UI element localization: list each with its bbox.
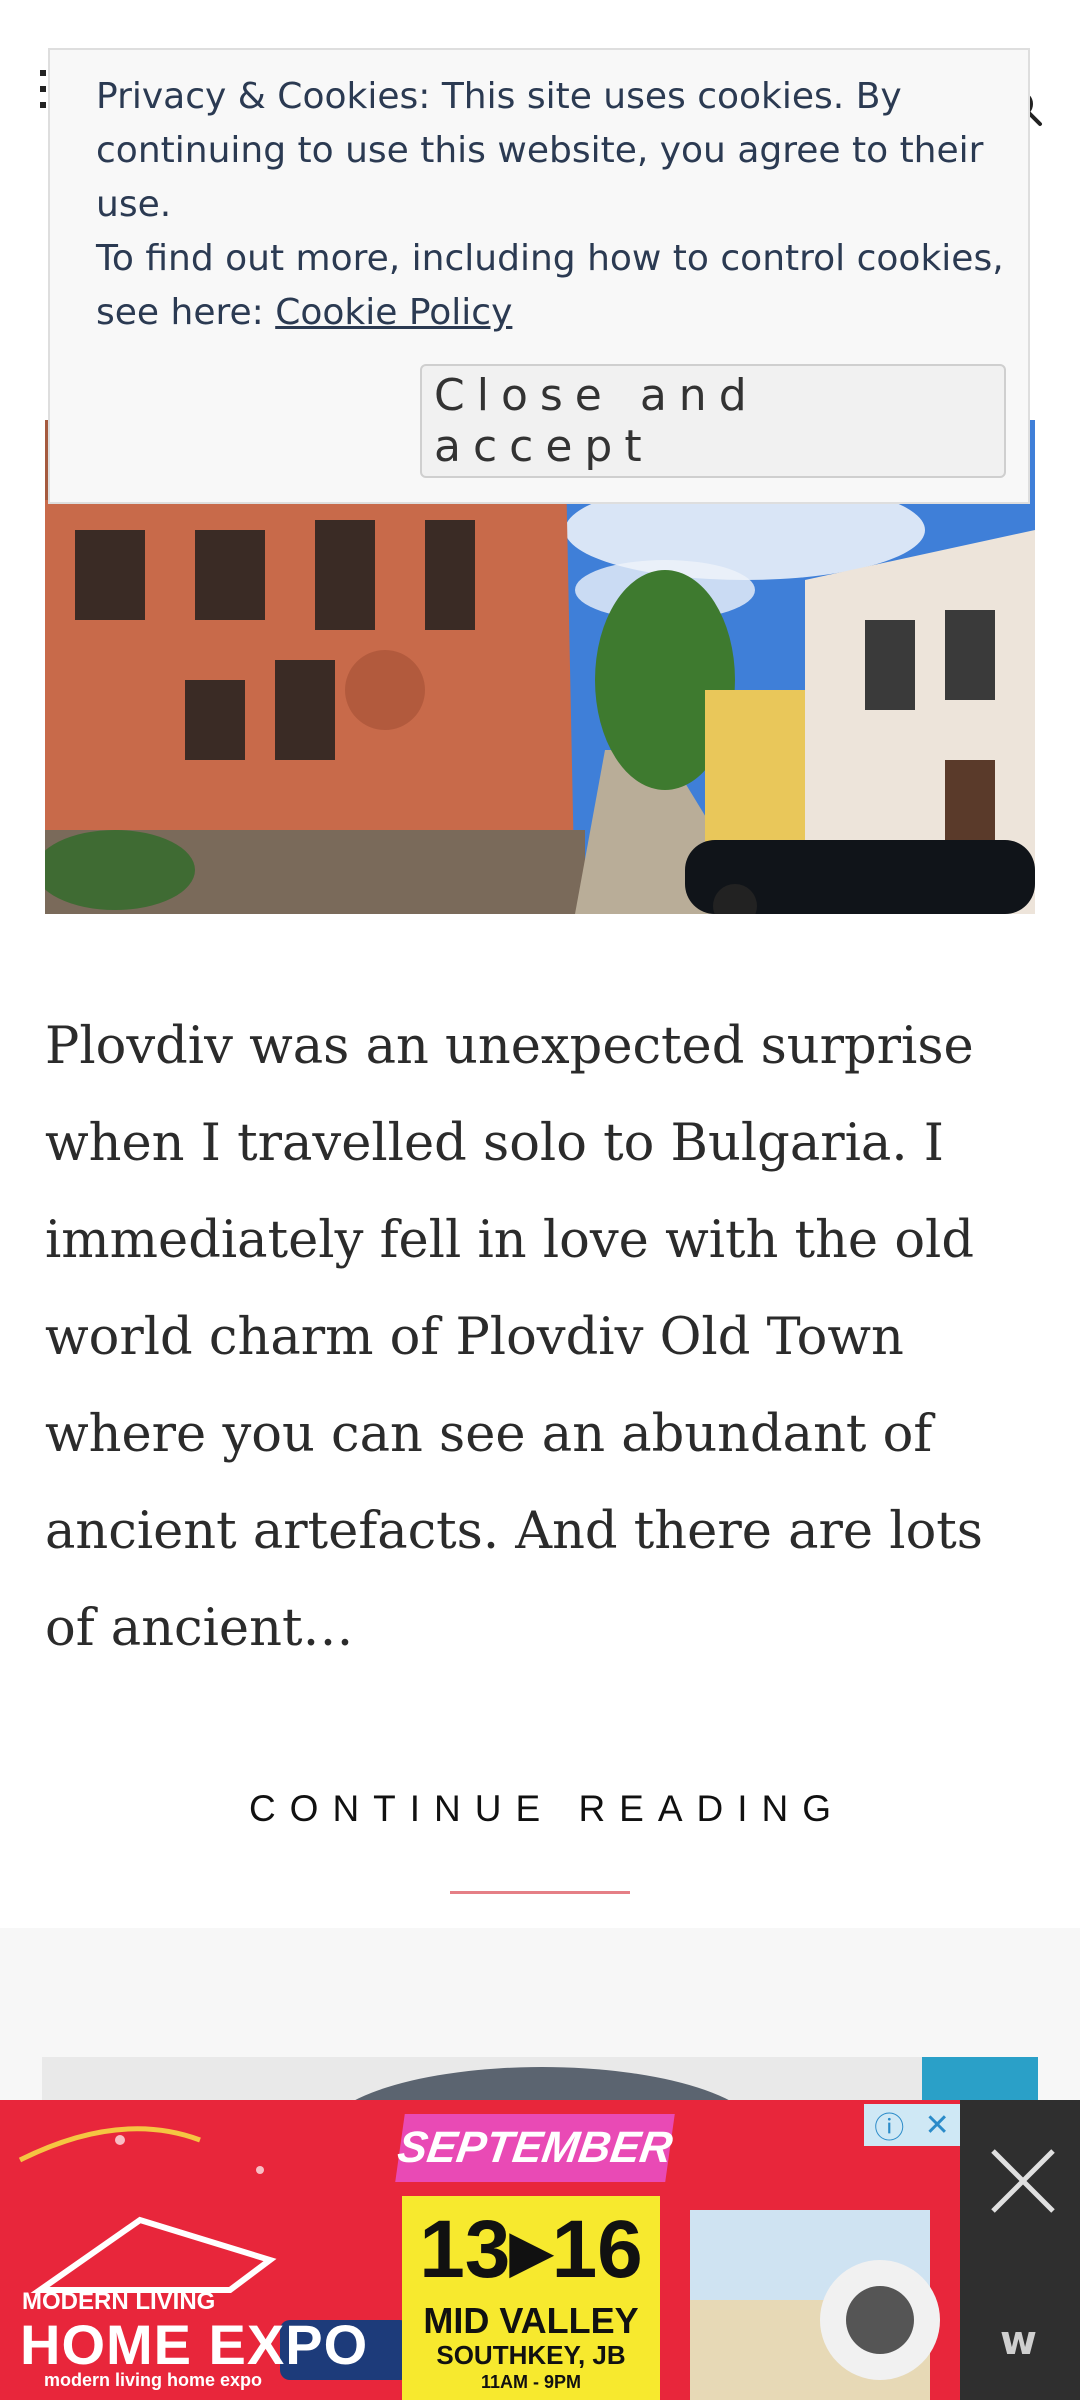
article-excerpt: Plovdiv was an unexpected surprise when … bbox=[45, 1017, 983, 1658]
ad-time: 11AM - 9PM bbox=[480, 2372, 582, 2392]
ad-x-icon[interactable]: ✕ bbox=[925, 2108, 950, 2143]
cookie-message-line1: Privacy & Cookies: This site uses cookie… bbox=[96, 76, 984, 225]
ad-bar: MODERN LIVING HOME EXPO modern living ho… bbox=[0, 2100, 1080, 2400]
continue-reading-underline bbox=[450, 1891, 630, 1894]
close-and-accept-button[interactable]: Close and accept bbox=[420, 364, 1006, 478]
ad-banner[interactable]: MODERN LIVING HOME EXPO modern living ho… bbox=[0, 2100, 960, 2400]
ad-venue: MID VALLEY bbox=[423, 2300, 639, 2341]
ad-network-logo: w bbox=[1000, 2318, 1037, 2364]
ad-social-handle: modern living home expo bbox=[44, 2370, 263, 2390]
cookie-message: Privacy & Cookies: This site uses cookie… bbox=[96, 70, 1006, 340]
ad-choices[interactable]: ⓘ ✕ bbox=[864, 2104, 960, 2146]
cookie-consent-banner: Privacy & Cookies: This site uses cookie… bbox=[48, 48, 1030, 504]
ad-date-panel: 13▸16 MID VALLEY SOUTHKEY, JB 11AM - 9PM bbox=[402, 2196, 660, 2400]
ad-logo: MODERN LIVING HOME EXPO modern living ho… bbox=[20, 2180, 380, 2390]
continue-reading-link[interactable]: CONTINUE READING bbox=[0, 1788, 1080, 1830]
ad-location: SOUTHKEY, JB bbox=[436, 2340, 626, 2370]
ad-logo-big: HOME EXPO bbox=[20, 2313, 369, 2376]
cookie-message-line2: To find out more, including how to contr… bbox=[96, 238, 1004, 333]
cookie-policy-link[interactable]: Cookie Policy bbox=[275, 292, 512, 333]
close-icon[interactable] bbox=[985, 2143, 1061, 2219]
ad-month: SEPTEMBER bbox=[395, 2114, 675, 2182]
ad-days: 13▸16 bbox=[419, 2204, 643, 2295]
info-icon[interactable]: ⓘ bbox=[874, 2103, 904, 2147]
